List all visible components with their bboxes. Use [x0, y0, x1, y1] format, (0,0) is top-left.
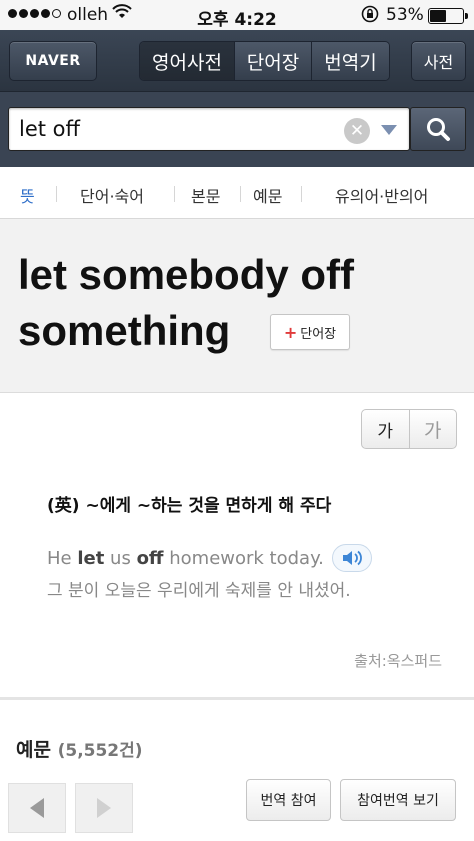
- next-button[interactable]: [75, 783, 133, 833]
- wordbook-label: 단어장: [300, 326, 337, 342]
- tab-words-idioms[interactable]: 단어·숙어: [80, 183, 144, 207]
- next-arrow-icon: [97, 798, 111, 818]
- meaning-text: (英) ~에게 ~하는 것을 면하게 해 주다: [47, 496, 332, 516]
- tab-body[interactable]: 본문: [191, 183, 220, 207]
- result-tabs: 뜻 단어·숙어 본문 예문 유의어·반의어: [0, 167, 474, 219]
- example-sentence-en: He let us off homework today.: [47, 544, 372, 572]
- speaker-icon[interactable]: [331, 544, 372, 572]
- headword: let somebody off something: [18, 251, 355, 354]
- prev-button[interactable]: [8, 783, 66, 833]
- examples-count: (5,552건): [57, 741, 143, 761]
- tab-synonyms-antonyms[interactable]: 유의어·반의어: [335, 183, 428, 207]
- prev-arrow-icon: [30, 798, 44, 818]
- font-size-control: 가 가: [361, 409, 457, 449]
- tab-meaning[interactable]: 뜻: [20, 183, 35, 207]
- examples-section: 예문 (5,552건) 번역 참여 참여번역 보기: [0, 703, 474, 841]
- tab-wordbook[interactable]: 단어장: [235, 42, 312, 80]
- definition-section: 가 가 (英) ~에게 ~하는 것을 면하게 해 주다 He let us of…: [0, 394, 474, 700]
- headword-section: let somebody off something + 단어장: [0, 219, 474, 393]
- dictionary-segmented-control: 영어사전 단어장 번역기: [139, 41, 390, 81]
- rotation-lock-icon: [360, 4, 380, 28]
- search-input[interactable]: let off ✕: [8, 107, 410, 151]
- battery-icon: [428, 8, 468, 24]
- source-label: 출처:옥스퍼드: [354, 652, 442, 670]
- dictionary-menu-button[interactable]: 사전: [411, 41, 466, 81]
- naver-logo-button[interactable]: NAVER: [9, 41, 97, 81]
- tab-translator[interactable]: 번역기: [312, 42, 389, 80]
- search-bar: let off ✕: [0, 92, 474, 167]
- plus-icon: +: [283, 322, 298, 342]
- battery-percent: 53%: [386, 5, 424, 25]
- examples-title: 예문 (5,552건): [16, 739, 143, 761]
- font-size-small-button[interactable]: 가: [362, 410, 410, 448]
- tab-examples[interactable]: 예문: [253, 183, 282, 207]
- dropdown-icon[interactable]: [381, 125, 397, 135]
- clear-icon[interactable]: ✕: [344, 118, 370, 144]
- magnifier-icon: [427, 118, 450, 141]
- view-translations-button[interactable]: 참여번역 보기: [340, 779, 456, 821]
- search-button[interactable]: [410, 107, 466, 151]
- example-sentence-ko: 그 분이 오늘은 우리에게 숙제를 안 내셨어.: [47, 581, 351, 601]
- search-query: let off: [19, 117, 80, 141]
- translate-join-button[interactable]: 번역 참여: [246, 779, 331, 821]
- tab-english-dictionary[interactable]: 영어사전: [140, 42, 235, 80]
- navbar: NAVER 영어사전 단어장 번역기 사전: [0, 30, 474, 92]
- status-bar: olleh 오후 4:22 53%: [0, 0, 474, 30]
- add-to-wordbook-button[interactable]: + 단어장: [270, 314, 350, 350]
- font-size-large-button[interactable]: 가: [410, 410, 457, 448]
